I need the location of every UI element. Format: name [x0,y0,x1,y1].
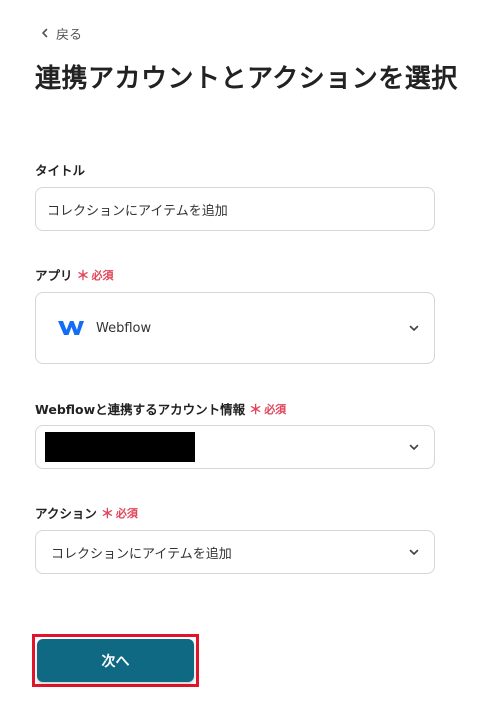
next-button[interactable]: 次へ [37,639,194,682]
required-text: 必須 [264,402,287,416]
title-input-value: コレクションにアイテムを追加 [47,203,228,219]
title-input[interactable]: コレクションにアイテムを追加 [35,187,435,231]
action-select[interactable]: コレクションにアイテムを追加 [35,530,435,574]
required-badge: ＊ 必須 [249,399,287,419]
action-field-label-text: アクション [35,506,97,521]
webflow-logo-icon [58,321,84,335]
page-title: 連携アカウントとアクションを選択 [35,64,458,94]
account-field-label: Webflowと連携するアカウント情報 ＊ 必須 [35,399,286,418]
app-field-label: アプリ ＊ 必須 [35,265,114,284]
chevron-left-icon [42,28,48,38]
required-star: ＊ [100,507,114,522]
app-select-value: Webflow [96,320,152,336]
action-select-value: コレクションにアイテムを追加 [51,546,232,562]
app-field-label-text: アプリ [35,268,73,283]
title-field-label: タイトル [35,160,85,179]
account-select[interactable] [35,425,435,469]
chevron-down-icon [409,444,419,450]
account-field-label-text: Webflowと連携するアカウント情報 [35,402,246,417]
redacted-account-value [45,432,195,462]
chevron-down-icon [409,549,419,555]
required-star: ＊ [249,403,263,418]
required-star: ＊ [76,269,90,284]
required-text: 必須 [115,506,138,520]
required-badge: ＊ 必須 [100,503,138,523]
required-text: 必須 [91,268,114,282]
action-field-label: アクション ＊ 必須 [35,503,138,522]
back-link[interactable]: 戻る [40,24,83,43]
chevron-down-icon [409,325,419,331]
required-badge: ＊ 必須 [76,265,114,285]
back-label: 戻る [56,27,83,43]
title-field-label-text: タイトル [35,163,86,178]
app-select[interactable]: Webflow [35,292,435,364]
